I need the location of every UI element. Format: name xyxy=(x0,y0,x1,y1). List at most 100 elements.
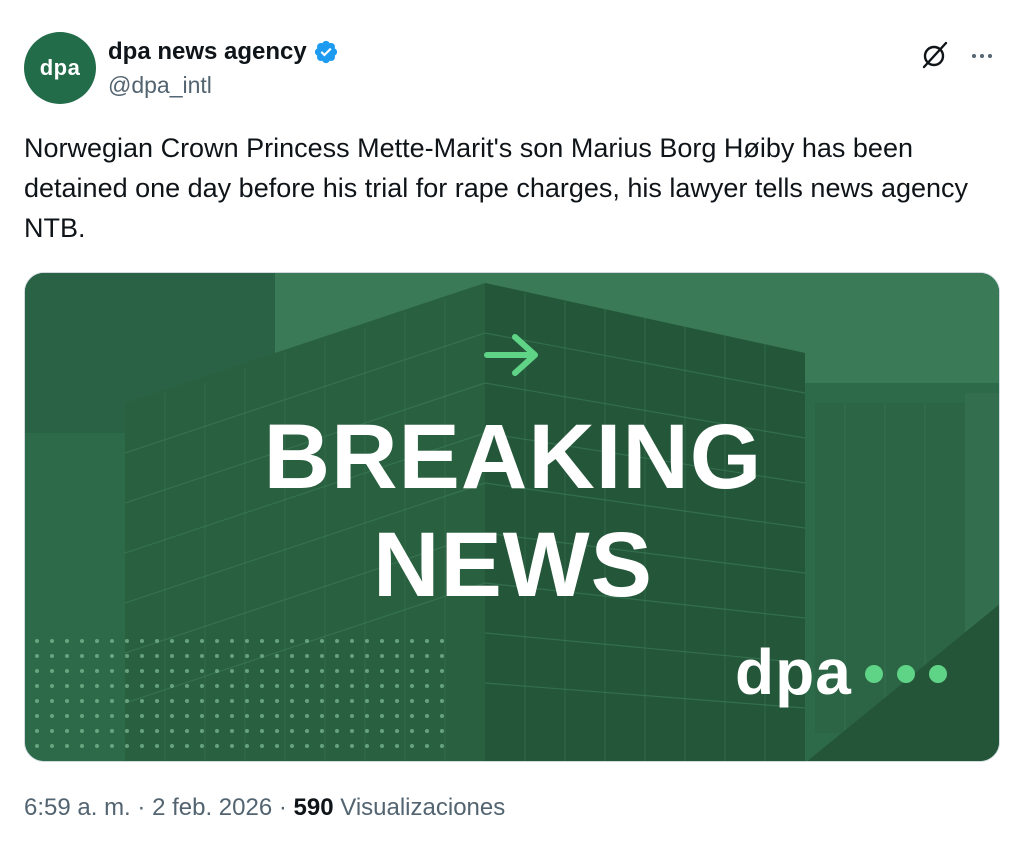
pattern-dot xyxy=(245,744,249,748)
pattern-dot xyxy=(95,639,99,643)
pattern-dot xyxy=(125,744,129,748)
pattern-dot xyxy=(395,744,399,748)
tweet-media-image[interactable]: /* dots generated below */ BREAKING NEWS… xyxy=(24,272,1000,762)
pattern-dot xyxy=(440,699,444,703)
pattern-dot xyxy=(365,744,369,748)
pattern-dot xyxy=(320,684,324,688)
display-name[interactable]: dpa news agency xyxy=(108,38,307,66)
pattern-dot xyxy=(170,744,174,748)
pattern-dot xyxy=(185,669,189,673)
pattern-dot xyxy=(380,654,384,658)
pattern-dot xyxy=(50,684,54,688)
pattern-dot xyxy=(425,699,429,703)
pattern-dot xyxy=(245,699,249,703)
pattern-dot xyxy=(290,654,294,658)
pattern-dot xyxy=(440,654,444,658)
pattern-dot xyxy=(365,729,369,733)
pattern-dot xyxy=(50,654,54,658)
pattern-dot xyxy=(215,714,219,718)
pattern-dot xyxy=(215,669,219,673)
pattern-dot xyxy=(185,699,189,703)
pattern-dot xyxy=(230,744,234,748)
pattern-dot xyxy=(35,684,39,688)
meta-separator-2: · xyxy=(278,794,287,821)
pattern-dot xyxy=(230,654,234,658)
pattern-dot xyxy=(425,669,429,673)
pattern-dot xyxy=(80,654,84,658)
pattern-dot xyxy=(245,654,249,658)
pattern-dot xyxy=(380,729,384,733)
pattern-dot xyxy=(260,654,264,658)
pattern-dot xyxy=(65,669,69,673)
pattern-dot xyxy=(395,654,399,658)
pattern-dot xyxy=(110,669,114,673)
pattern-dot xyxy=(35,729,39,733)
pattern-dot xyxy=(155,639,159,643)
pattern-dot xyxy=(125,639,129,643)
pattern-dot xyxy=(290,684,294,688)
grok-icon[interactable] xyxy=(920,40,950,70)
pattern-dot xyxy=(80,714,84,718)
pattern-dot xyxy=(65,699,69,703)
pattern-dot xyxy=(290,699,294,703)
pattern-dot xyxy=(95,729,99,733)
pattern-dot xyxy=(320,699,324,703)
pattern-dot xyxy=(80,669,84,673)
pattern-dot xyxy=(200,639,204,643)
handle[interactable]: @dpa_intl xyxy=(108,72,339,99)
pattern-dot xyxy=(275,729,279,733)
pattern-dot xyxy=(410,699,414,703)
pattern-dot xyxy=(395,714,399,718)
pattern-dot xyxy=(260,684,264,688)
pattern-dot xyxy=(170,669,174,673)
pattern-dot xyxy=(80,684,84,688)
pattern-dot xyxy=(50,744,54,748)
pattern-dot xyxy=(215,699,219,703)
pattern-dot xyxy=(65,639,69,643)
pattern-dot xyxy=(125,669,129,673)
pattern-dot xyxy=(170,639,174,643)
pattern-dot xyxy=(305,669,309,673)
pattern-dot xyxy=(305,729,309,733)
pattern-dot xyxy=(365,639,369,643)
pattern-dot xyxy=(170,699,174,703)
display-name-row: dpa news agency xyxy=(108,36,339,68)
pattern-dot xyxy=(275,669,279,673)
pattern-dot xyxy=(425,684,429,688)
avatar[interactable]: dpa xyxy=(24,32,96,104)
pattern-dot xyxy=(125,654,129,658)
author-names: dpa news agency @dpa_intl xyxy=(108,36,339,99)
pattern-dot xyxy=(290,729,294,733)
pattern-dot xyxy=(200,684,204,688)
pattern-dot xyxy=(410,669,414,673)
pattern-dot xyxy=(185,684,189,688)
pattern-dot xyxy=(260,744,264,748)
pattern-dot xyxy=(335,699,339,703)
pattern-dot xyxy=(275,744,279,748)
dpa-logo: dpa xyxy=(735,636,852,708)
pattern-dot xyxy=(425,744,429,748)
pattern-dot xyxy=(65,684,69,688)
pattern-dot xyxy=(305,744,309,748)
pattern-dot xyxy=(365,669,369,673)
pattern-dot xyxy=(440,639,444,643)
pattern-dot xyxy=(350,639,354,643)
meta-separator: · xyxy=(137,794,146,821)
tweet-date[interactable]: 2 feb. 2026 xyxy=(152,794,272,821)
pattern-dot xyxy=(140,744,144,748)
pattern-dot xyxy=(110,639,114,643)
pattern-dot xyxy=(65,744,69,748)
pattern-dot xyxy=(410,744,414,748)
pattern-dot xyxy=(95,684,99,688)
pattern-dot xyxy=(215,729,219,733)
pattern-dot xyxy=(365,654,369,658)
pattern-dot xyxy=(35,744,39,748)
tweet-time[interactable]: 6:59 a. m. xyxy=(24,794,131,821)
pattern-dot xyxy=(260,714,264,718)
pattern-dot xyxy=(290,714,294,718)
pattern-dot xyxy=(215,744,219,748)
more-icon[interactable] xyxy=(968,42,996,70)
pattern-dot xyxy=(125,684,129,688)
pattern-dot xyxy=(365,714,369,718)
verified-badge-icon[interactable] xyxy=(313,39,339,65)
